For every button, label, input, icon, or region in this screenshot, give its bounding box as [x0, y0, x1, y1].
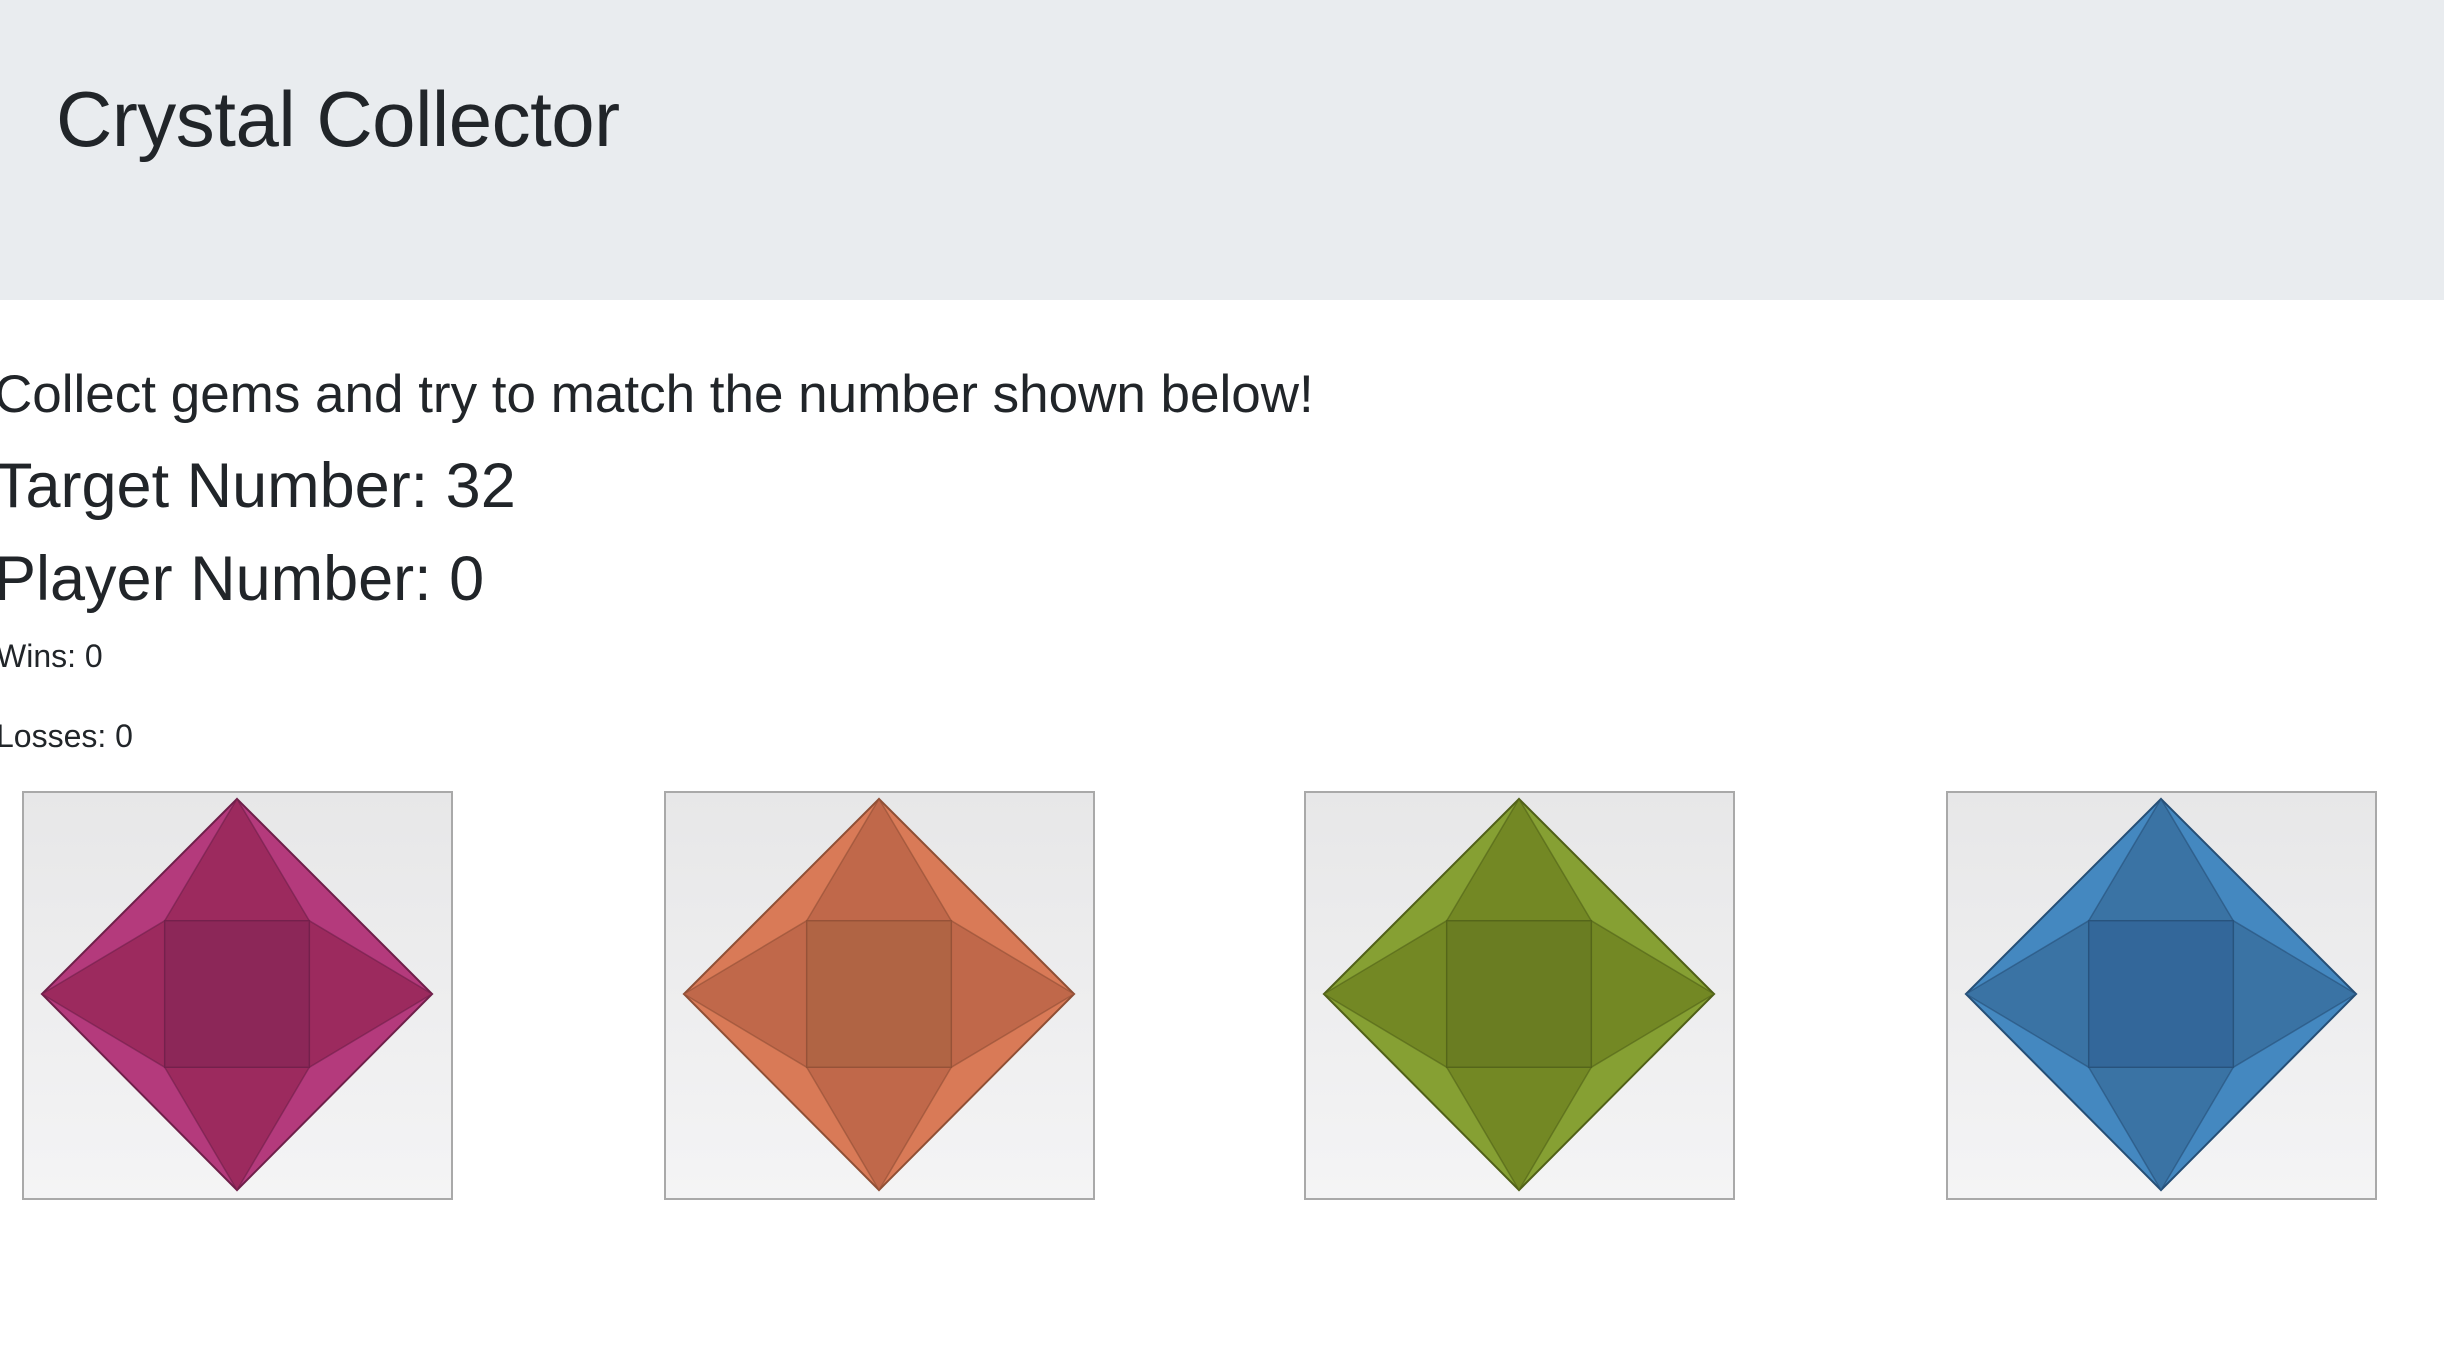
gem-button-magenta[interactable]	[22, 791, 453, 1200]
gem-button-olive[interactable]	[1304, 791, 1735, 1200]
gem-icon	[1964, 797, 2358, 1192]
header-banner: Crystal Collector	[0, 0, 2444, 300]
gem-icon	[40, 797, 434, 1192]
page-title: Crystal Collector	[56, 75, 620, 163]
gem-button-orange[interactable]	[664, 791, 1095, 1200]
gem-icon	[682, 797, 1076, 1192]
gem-icon	[1322, 797, 1716, 1192]
target-number: Target Number: 32	[0, 451, 516, 521]
wins-counter: Wins: 0	[0, 638, 103, 674]
instructions-text: Collect gems and try to match the number…	[0, 365, 1314, 424]
gem-button-blue[interactable]	[1946, 791, 2377, 1200]
losses-counter: Losses: 0	[0, 718, 133, 754]
player-number: Player Number: 0	[0, 544, 485, 614]
